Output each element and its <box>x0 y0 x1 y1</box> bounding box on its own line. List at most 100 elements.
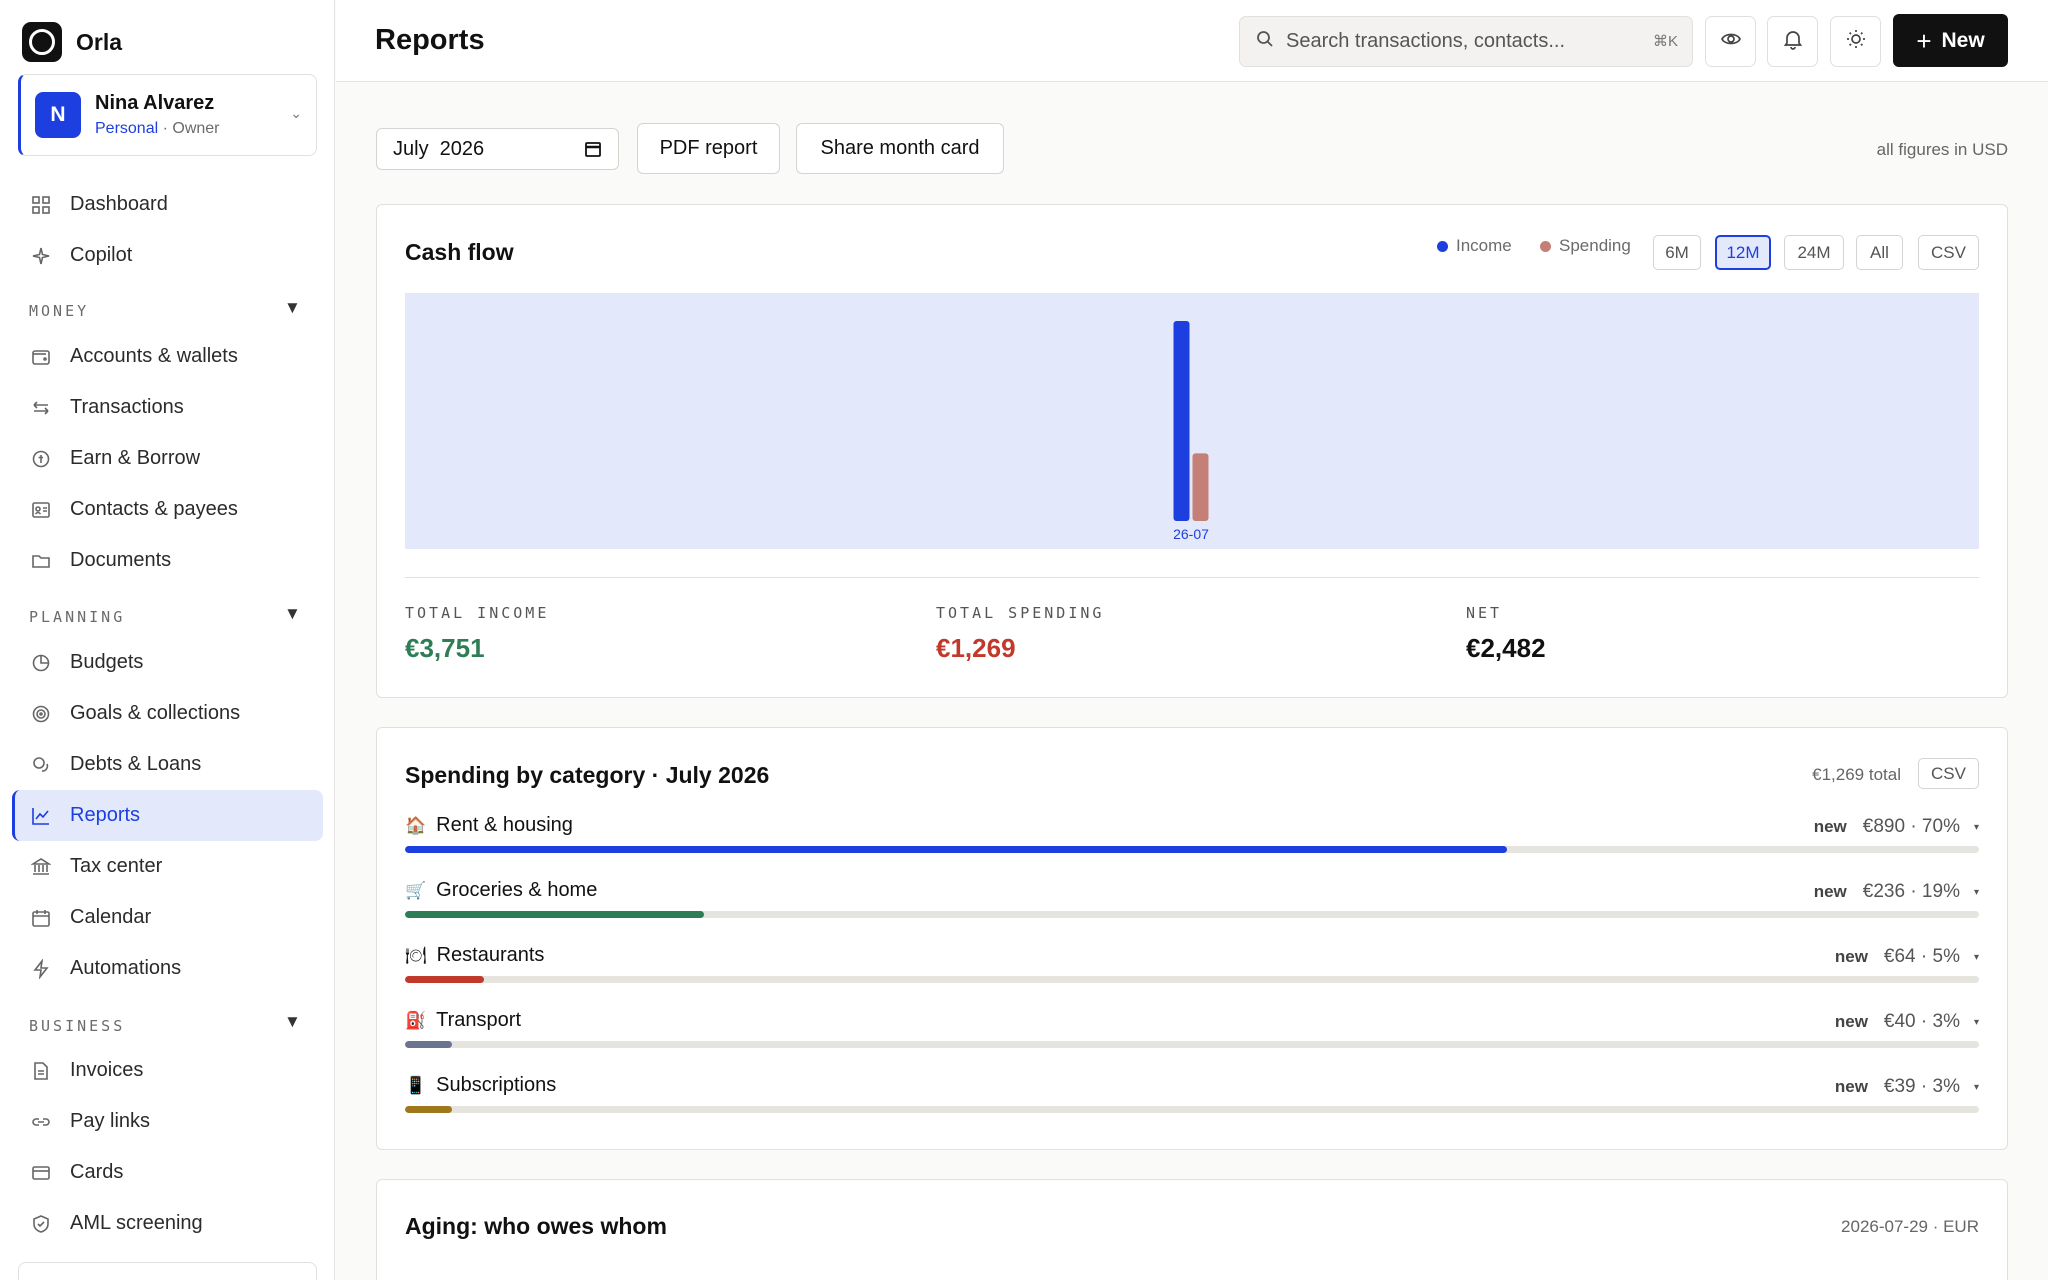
spending-csv-button[interactable]: CSV <box>1918 758 1979 789</box>
aging-title: Aging: who owes whom <box>405 1213 667 1239</box>
line-chart-icon <box>30 805 52 827</box>
sidebar-item-label: Earn & Borrow <box>70 447 201 469</box>
collapse-arrow-icon[interactable]: ▼ <box>284 298 301 318</box>
wallet-icon <box>30 346 52 368</box>
section-label-money: MONEY <box>29 302 90 320</box>
progress-track <box>405 1041 1979 1048</box>
bell-icon <box>1782 28 1804 55</box>
new-badge: new <box>1813 817 1847 836</box>
account-role: · Owner <box>162 120 220 137</box>
collapse-arrow-icon[interactable]: ▼ <box>284 604 301 624</box>
caret-down-icon[interactable]: ▾ <box>1974 952 1979 963</box>
new-button-label: New <box>1941 28 1985 52</box>
sidebar-item-transactions[interactable]: Transactions <box>12 382 323 433</box>
sidebar-item-debts[interactable]: Debts & Loans <box>12 739 323 790</box>
sidebar-item-reports[interactable]: Reports <box>12 790 323 841</box>
bar-spending-26-07[interactable] <box>1192 453 1209 521</box>
caret-down-icon[interactable]: ▾ <box>1974 822 1979 833</box>
progress-track <box>405 846 1979 853</box>
sidebar-item-budgets[interactable]: Budgets <box>12 637 323 688</box>
collapse-arrow-icon[interactable]: ▼ <box>284 1012 301 1032</box>
category-row[interactable]: 🛒 Groceries & home new €236 · 19% ▾ <box>405 875 1979 925</box>
calendar-icon <box>30 907 52 929</box>
topbar: Reports ⌘K + New <box>336 0 2048 82</box>
plus-icon: + <box>1916 25 1932 56</box>
sidebar-item-documents[interactable]: Documents <box>12 535 323 586</box>
pdf-report-button[interactable]: PDF report <box>637 123 780 174</box>
category-name: 🏠 Rent & housing <box>405 814 573 837</box>
sidebar-item-accounts[interactable]: Accounts & wallets <box>12 331 323 382</box>
sidebar-item-dashboard[interactable]: Dashboard <box>12 179 323 230</box>
new-badge: new <box>1834 947 1868 966</box>
coins-icon <box>30 754 52 776</box>
total-income-value: €3,751 <box>405 633 485 663</box>
progress-fill <box>405 1106 453 1113</box>
new-badge: new <box>1834 1012 1868 1031</box>
sidebar-item-contacts[interactable]: Contacts & payees <box>12 484 323 535</box>
sidebar-item-label: Calendar <box>70 906 152 928</box>
caret-down-icon[interactable]: ▾ <box>1974 1017 1979 1028</box>
category-row[interactable]: 📱 Subscriptions new €39 · 3% ▾ <box>405 1070 1979 1120</box>
category-row[interactable]: 🍽 Restaurants new €64 · 5% ▾ <box>405 940 1979 990</box>
sidebar-item-calendar[interactable]: Calendar <box>12 892 323 943</box>
sidebar-item-aml[interactable]: AML screening <box>12 1198 323 1249</box>
category-value: €40 · 3% <box>1883 1011 1960 1032</box>
category-icon: 🛒 <box>405 880 427 900</box>
theme-toggle-button[interactable] <box>1830 16 1881 67</box>
category-value: €39 · 3% <box>1883 1076 1960 1097</box>
search-bar[interactable]: ⌘K <box>1239 16 1693 67</box>
legend-spending: Spending <box>1540 236 1631 256</box>
sidebar-item-label: Automations <box>70 957 182 979</box>
sidebar-item-cards[interactable]: Cards <box>12 1147 323 1198</box>
month-picker[interactable]: July 2026 <box>376 128 619 170</box>
sidebar-item-label: Copilot <box>70 244 133 266</box>
category-name: ⛽ Transport <box>405 1009 521 1032</box>
range-24m-button[interactable]: 24M <box>1784 235 1844 270</box>
month-value: July 2026 <box>393 137 485 160</box>
category-icon: 🍽 <box>405 945 427 965</box>
sidebar-item-copilot[interactable]: Copilot <box>12 230 323 281</box>
search-input[interactable] <box>1286 30 1626 53</box>
calendar-icon[interactable] <box>584 140 602 164</box>
progress-track <box>405 1106 1979 1113</box>
contact-card-icon <box>30 499 52 521</box>
sidebar-item-label: Pay links <box>70 1110 151 1132</box>
spending-dot-icon <box>1540 240 1551 252</box>
sidebar-item-earn[interactable]: Earn & Borrow <box>12 433 323 484</box>
category-value: €64 · 5% <box>1883 946 1960 967</box>
account-switcher[interactable]: N Nina Alvarez Personal · Owner ⌄ <box>18 74 317 156</box>
x-tick-label: 26-07 <box>1173 526 1209 542</box>
account-type: Personal <box>95 120 159 137</box>
notifications-button[interactable] <box>1767 16 1818 67</box>
section-label-planning: PLANNING <box>29 608 126 626</box>
brand[interactable]: Orla <box>22 22 122 62</box>
sidebar-item-automations[interactable]: Automations <box>12 943 323 994</box>
caret-down-icon[interactable]: ▾ <box>1974 1082 1979 1093</box>
sidebar-item-label: Reports <box>70 804 141 826</box>
caret-down-icon[interactable]: ▾ <box>1974 887 1979 898</box>
spending-total: €1,269 total <box>1812 765 1901 784</box>
net-value: €2,482 <box>1466 633 1546 663</box>
sidebar-item-tax[interactable]: Tax center <box>12 841 323 892</box>
new-button[interactable]: + New <box>1893 14 2008 67</box>
range-12m-button[interactable]: 12M <box>1715 235 1771 270</box>
folder-icon <box>30 550 52 572</box>
logo-icon <box>22 22 62 62</box>
category-value: €236 · 19% <box>1862 881 1960 902</box>
category-row[interactable]: 🏠 Rent & housing new €890 · 70% ▾ <box>405 810 1979 860</box>
sidebar-item-invoices[interactable]: Invoices <box>12 1045 323 1096</box>
sidebar-item-label: Debts & Loans <box>70 753 202 775</box>
range-6m-button[interactable]: 6M <box>1653 235 1701 270</box>
share-month-card-button[interactable]: Share month card <box>796 123 1004 174</box>
range-all-button[interactable]: All <box>1856 235 1903 270</box>
cash-flow-csv-button[interactable]: CSV <box>1918 235 1979 270</box>
sidebar-item-label: Tax center <box>70 855 163 877</box>
category-row[interactable]: ⛽ Transport new €40 · 3% ▾ <box>405 1005 1979 1055</box>
privacy-toggle-button[interactable] <box>1705 16 1756 67</box>
sidebar-item-paylinks[interactable]: Pay links <box>12 1096 323 1147</box>
category-amount: new €40 · 3% ▾ <box>1835 1011 1979 1033</box>
section-label-business: BUSINESS <box>29 1017 126 1035</box>
sidebar-item-goals[interactable]: Goals & collections <box>12 688 323 739</box>
income-dot-icon <box>1437 240 1448 252</box>
bar-income-26-07[interactable] <box>1173 321 1190 521</box>
